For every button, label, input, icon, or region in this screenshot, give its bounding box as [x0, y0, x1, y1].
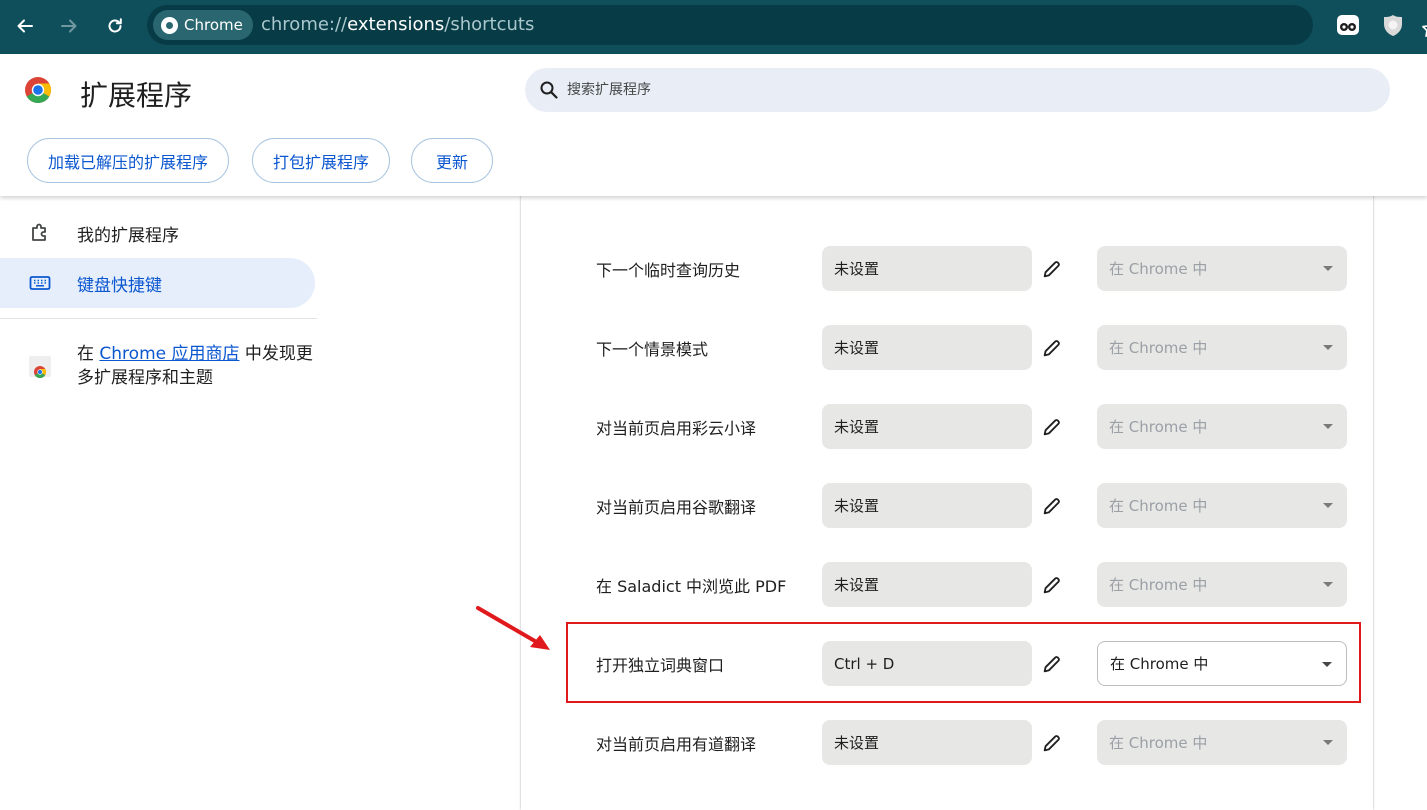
keyboard-icon — [29, 276, 51, 290]
load-unpacked-button[interactable]: 加载已解压的扩展程序 — [27, 138, 230, 183]
shortcut-key-field[interactable]: 未设置 — [822, 404, 1032, 449]
sidebar-item-label: 键盘快捷键 — [77, 275, 162, 296]
shortcut-row: 对当前页启用谷歌翻译 未设置 在 Chrome 中 — [521, 466, 1373, 545]
shortcut-key-field[interactable]: 未设置 — [822, 325, 1032, 370]
shortcut-row: 对当前页启用彩云小译 未设置 在 Chrome 中 — [521, 387, 1373, 466]
chip-label: Chrome — [184, 16, 243, 34]
shortcut-row: 下一个临时查询历史 未设置 在 Chrome 中 — [521, 229, 1373, 308]
page-title: 扩展程序 — [80, 79, 193, 112]
browser-toolbar: Chrome chrome://extensions/shortcuts — [0, 0, 1427, 54]
dropdown-caret-icon — [1323, 503, 1333, 508]
shortcut-row: 在 Saladict 中浏览此 PDF 未设置 在 Chrome 中 — [521, 545, 1373, 624]
scope-select[interactable]: 在 Chrome 中 — [1097, 246, 1347, 291]
shortcut-key-field[interactable]: 未设置 — [822, 720, 1032, 765]
back-button[interactable] — [8, 9, 42, 43]
shortcut-command-label: 对当前页启用有道翻译 — [596, 734, 757, 754]
edit-shortcut-button[interactable] — [1039, 730, 1065, 756]
edit-shortcut-button[interactable] — [1039, 414, 1065, 440]
scope-select[interactable]: 在 Chrome 中 — [1097, 483, 1347, 528]
bookmark-star-button[interactable] — [1417, 15, 1427, 43]
update-button[interactable]: 更新 — [411, 138, 494, 183]
edit-shortcut-button[interactable] — [1039, 493, 1065, 519]
scope-select[interactable]: 在 Chrome 中 — [1097, 404, 1347, 449]
extension-shield-icon[interactable] — [1380, 12, 1406, 38]
webstore-link[interactable]: Chrome 应用商店 — [99, 344, 239, 364]
edit-shortcut-button[interactable] — [1039, 335, 1065, 361]
shortcut-command-label: 对当前页启用彩云小译 — [596, 418, 757, 438]
bookmark-star-icon — [1422, 25, 1427, 37]
shortcut-command-label: 下一个临时查询历史 — [596, 260, 741, 280]
extension-face-icon[interactable] — [1335, 12, 1361, 38]
address-bar[interactable]: Chrome chrome://extensions/shortcuts — [147, 5, 1427, 45]
dropdown-caret-icon — [1323, 740, 1333, 745]
extensions-header: 扩展程序 加载已解压的扩展程序 打包扩展程序 更新 — [0, 54, 1427, 196]
dropdown-caret-icon — [1323, 266, 1333, 271]
chrome-chip-icon — [161, 16, 178, 34]
shortcut-row: 对当前页启用有道翻译 未设置 在 Chrome 中 — [521, 703, 1373, 782]
sidebar-divider — [0, 318, 317, 319]
annotation-highlight-box — [566, 622, 1361, 703]
scope-select[interactable]: 在 Chrome 中 — [1097, 325, 1347, 370]
sidebar-item-keyboard-shortcuts[interactable]: 键盘快捷键 — [0, 258, 315, 308]
dropdown-caret-icon — [1323, 424, 1333, 429]
back-arrow-icon — [17, 19, 33, 33]
shortcut-key-field[interactable]: 未设置 — [822, 562, 1032, 607]
dropdown-caret-icon — [1323, 582, 1333, 587]
edit-shortcut-button[interactable] — [1039, 572, 1065, 598]
puzzle-icon — [32, 223, 46, 241]
dropdown-caret-icon — [1323, 345, 1333, 350]
shortcut-key-field[interactable]: 未设置 — [822, 483, 1032, 528]
shortcut-command-label: 下一个情景模式 — [596, 339, 709, 359]
pencil-icon — [1043, 340, 1060, 357]
site-info-chip[interactable]: Chrome — [153, 10, 253, 40]
pencil-icon — [1043, 498, 1060, 515]
shortcut-row: 下一个情景模式 未设置 在 Chrome 中 — [521, 308, 1373, 387]
pack-extension-button[interactable]: 打包扩展程序 — [252, 138, 391, 183]
search-input[interactable] — [567, 68, 1367, 112]
reload-icon — [108, 18, 122, 33]
scope-select[interactable]: 在 Chrome 中 — [1097, 562, 1347, 607]
search-box[interactable] — [525, 68, 1390, 112]
shortcut-command-label: 对当前页启用谷歌翻译 — [596, 497, 757, 517]
search-icon — [540, 81, 558, 99]
forward-arrow-icon — [61, 19, 77, 33]
edit-shortcut-button[interactable] — [1039, 256, 1065, 282]
sidebar-item-label: 我的扩展程序 — [77, 225, 179, 246]
shortcuts-card: 下一个临时查询历史 未设置 在 Chrome 中 下一个情景模式 未设置 在 C… — [521, 150, 1373, 810]
shortcut-command-label: 在 Saladict 中浏览此 PDF — [596, 576, 787, 596]
reload-button[interactable] — [98, 9, 132, 43]
webstore-icon — [29, 356, 51, 378]
scope-select[interactable]: 在 Chrome 中 — [1097, 720, 1347, 765]
annotation-arrow-icon — [476, 606, 550, 650]
sidebar-item-my-extensions[interactable]: 我的扩展程序 — [0, 208, 315, 258]
webstore-promo: 在 Chrome 应用商店 中发现更多扩展程序和主题 — [77, 344, 313, 388]
shortcut-key-field[interactable]: 未设置 — [822, 246, 1032, 291]
pencil-icon — [1043, 577, 1060, 594]
pencil-icon — [1043, 735, 1060, 752]
pencil-icon — [1043, 419, 1060, 436]
url-text: chrome://extensions/shortcuts — [261, 14, 535, 35]
pencil-icon — [1043, 261, 1060, 278]
forward-button[interactable] — [52, 9, 86, 43]
chrome-logo-icon — [25, 77, 52, 104]
